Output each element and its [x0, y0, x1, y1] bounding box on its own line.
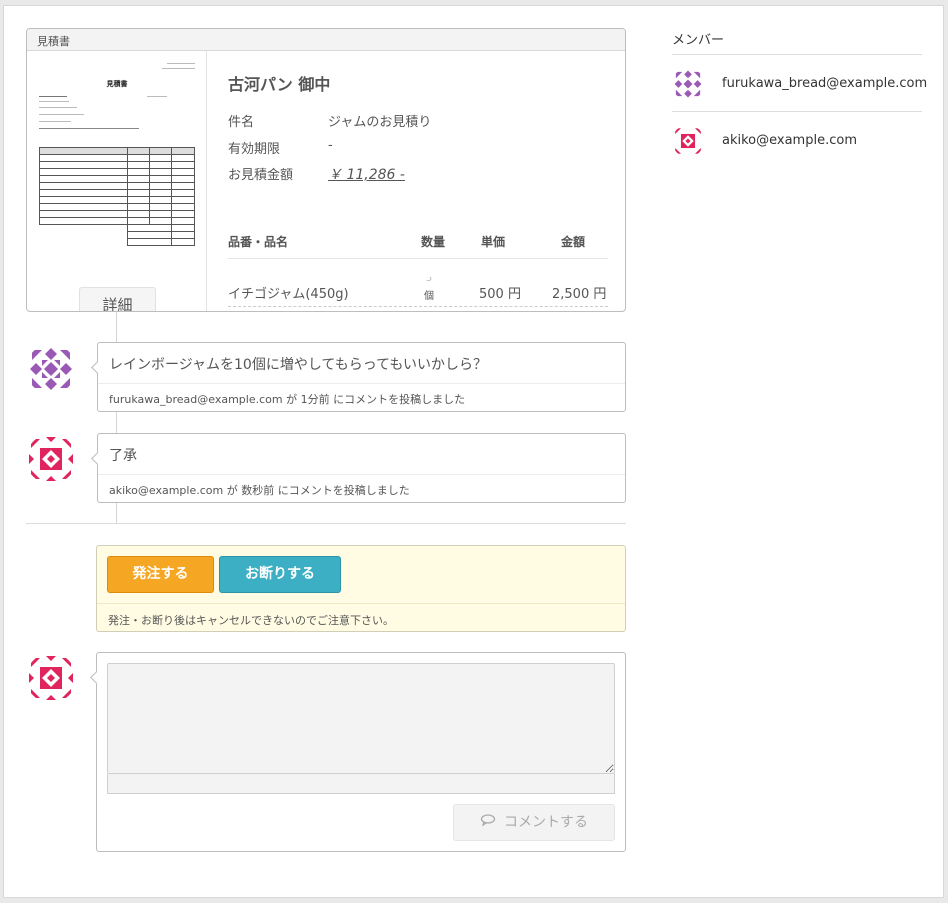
- timeline-line: [116, 312, 117, 346]
- textarea-footer: [107, 774, 615, 794]
- amount-label: お見積金額: [228, 168, 294, 183]
- item-qty-unit: 個: [424, 291, 434, 302]
- item-unit-price: 500 円: [479, 287, 521, 302]
- decline-button[interactable]: お断りする: [219, 556, 341, 593]
- comment-meta: furukawa_bread@example.com が 1分前 にコメントを投…: [109, 393, 466, 406]
- estimate-preview-panel: 見積書 詳細: [27, 51, 207, 311]
- estimate-card-header: 見積書: [27, 29, 625, 51]
- action-warning: 発注・お断り後はキャンセルできないのでご注意下さい。: [97, 603, 625, 628]
- avatar: [26, 434, 76, 484]
- comment-card: レインボージャムを10個に増やしてもらってもいいかしら？ furukawa_br…: [91, 342, 626, 412]
- member-item[interactable]: furukawa_bread@example.com: [672, 55, 927, 112]
- col-qty: 数量: [421, 235, 446, 249]
- avatar: [26, 344, 76, 394]
- col-amount: 金額: [561, 235, 586, 249]
- col-name: 品番・品名: [228, 235, 289, 249]
- comment-compose-box: コメントする: [90, 652, 626, 852]
- detail-button[interactable]: 詳細: [79, 287, 156, 311]
- estimate-card: 見積書 見積書 詳細 古河パン 御中 件名 ジャムのお見積り 有効期限 - お見…: [26, 28, 626, 312]
- col-unit-price: 単価: [481, 235, 506, 249]
- comment-submit-button[interactable]: コメントする: [453, 804, 615, 841]
- comment-meta: akiko@example.com が 数秒前 にコメントを投稿しました: [109, 484, 410, 497]
- document-table: [39, 147, 195, 246]
- order-button[interactable]: 発注する: [107, 556, 214, 593]
- subject-value: ジャムのお見積り: [328, 115, 432, 130]
- company-name: 古河パン 御中: [228, 75, 331, 94]
- amount-value: ￥ 11,286 -: [328, 167, 405, 183]
- item-name: イチゴジャム(450g): [228, 287, 349, 302]
- comment-card: 了承 akiko@example.com が 数秒前 にコメントを投稿しました: [91, 433, 626, 503]
- member-avatar: [672, 125, 704, 157]
- subject-label: 件名: [228, 115, 255, 130]
- comment-textarea[interactable]: [107, 663, 615, 774]
- divider: [26, 523, 626, 524]
- expiry-label: 有効期限: [228, 142, 281, 157]
- member-avatar: [672, 68, 704, 100]
- timeline-line: [116, 412, 117, 434]
- speech-bubble-icon: [480, 805, 496, 840]
- members-title: メンバー: [672, 28, 922, 55]
- member-email: akiko@example.com: [722, 133, 857, 148]
- estimate-document-thumbnail[interactable]: 見積書: [37, 59, 197, 269]
- member-item[interactable]: akiko@example.com: [672, 112, 922, 169]
- avatar: [26, 653, 76, 703]
- comment-text: レインボージャムを10個に増やしてもらってもいいかしら？: [98, 343, 625, 384]
- comment-text: 了承: [98, 434, 625, 475]
- item-qty: 5 個: [424, 277, 434, 303]
- members-panel: メンバー furukawa_bread@example.com akiko@ex…: [672, 28, 927, 169]
- items-table-header: 品番・品名 数量 単価 金額: [228, 233, 608, 259]
- comment-submit-label: コメントする: [504, 814, 588, 831]
- order-action-box: 発注する お断りする 発注・お断り後はキャンセルできないのでご注意下さい。: [96, 545, 626, 632]
- document-title: 見積書: [106, 79, 128, 88]
- items-table-row: イチゴジャム(450g) 5 個 500 円 2,500 円: [228, 277, 608, 307]
- timeline-line: [116, 503, 117, 523]
- member-email: furukawa_bread@example.com: [722, 76, 928, 91]
- item-amount: 2,500 円: [552, 287, 607, 302]
- app-frame: 見積書 見積書 詳細 古河パン 御中 件名 ジャムのお見積り 有効期限 - お見…: [3, 5, 944, 898]
- item-qty-value: 5: [425, 277, 433, 284]
- estimate-summary: 古河パン 御中 件名 ジャムのお見積り 有効期限 - お見積金額 ￥ 11,28…: [228, 51, 608, 311]
- expiry-value: -: [328, 138, 333, 153]
